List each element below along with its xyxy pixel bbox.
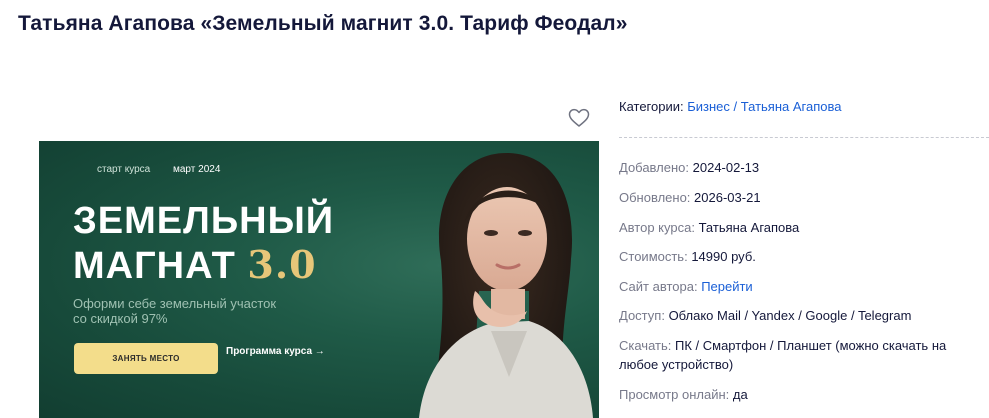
price-value: 14990 руб. [691,249,756,264]
online-view-row: Просмотр онлайн: да [619,387,748,402]
page-title: Татьяна Агапова «Земельный магнит 3.0. Т… [18,12,628,35]
price-row: Стоимость: 14990 руб. [619,249,756,264]
author-label: Автор курса: [619,220,695,235]
divider [619,137,989,138]
author-site-label: Сайт автора: [619,279,698,294]
access-label: Доступ: [619,308,665,323]
categories-label: Категории: [619,99,684,114]
download-row: Скачать: ПК / Смартфон / Планшет (можно … [619,336,981,374]
price-label: Стоимость: [619,249,688,264]
author-row: Автор курса: Татьяна Агапова [619,220,799,235]
banner-subtitle: Оформи себе земельный участок со скидкой… [73,296,277,326]
category-separator: / [733,99,738,114]
categories-row: Категории: Бизнес / Татьяна Агапова [619,99,842,114]
updated-value: 2026-03-21 [694,190,761,205]
updated-row: Обновлено: 2026-03-21 [619,190,761,205]
added-value: 2024-02-13 [692,160,760,175]
author-value: Татьяна Агапова [698,220,800,235]
category-link-author[interactable]: Татьяна Агапова [741,99,842,114]
course-banner-image[interactable]: старт курса март 2024 ЗЕМЕЛЬНЫЙ МАГНАТ 3… [39,141,599,418]
access-row: Доступ: Облако Mail / Yandex / Google / … [619,308,911,323]
access-value: Облако Mail / Yandex / Google / Telegram [668,308,912,323]
author-site-row: Сайт автора: Перейти [619,279,753,294]
online-view-value: да [732,387,748,402]
banner-date: март 2024 [173,164,221,175]
author-site-link[interactable]: Перейти [701,279,753,294]
banner-take-seat-button: ЗАНЯТЬ МЕСТО [74,343,218,374]
updated-label: Обновлено: [619,190,691,205]
online-view-label: Просмотр онлайн: [619,387,730,402]
banner-title: ЗЕМЕЛЬНЫЙ МАГНАТ 3.0 [73,200,335,287]
download-label: Скачать: [619,338,672,353]
favorite-heart-icon[interactable] [568,108,590,128]
author-photo [419,152,593,418]
banner-start-label: старт курса [97,164,151,175]
added-label: Добавлено: [619,160,690,175]
added-row: Добавлено: 2024-02-13 [619,160,759,175]
category-link-business[interactable]: Бизнес [687,99,730,114]
banner-program-link: Программа курса → [226,346,325,357]
